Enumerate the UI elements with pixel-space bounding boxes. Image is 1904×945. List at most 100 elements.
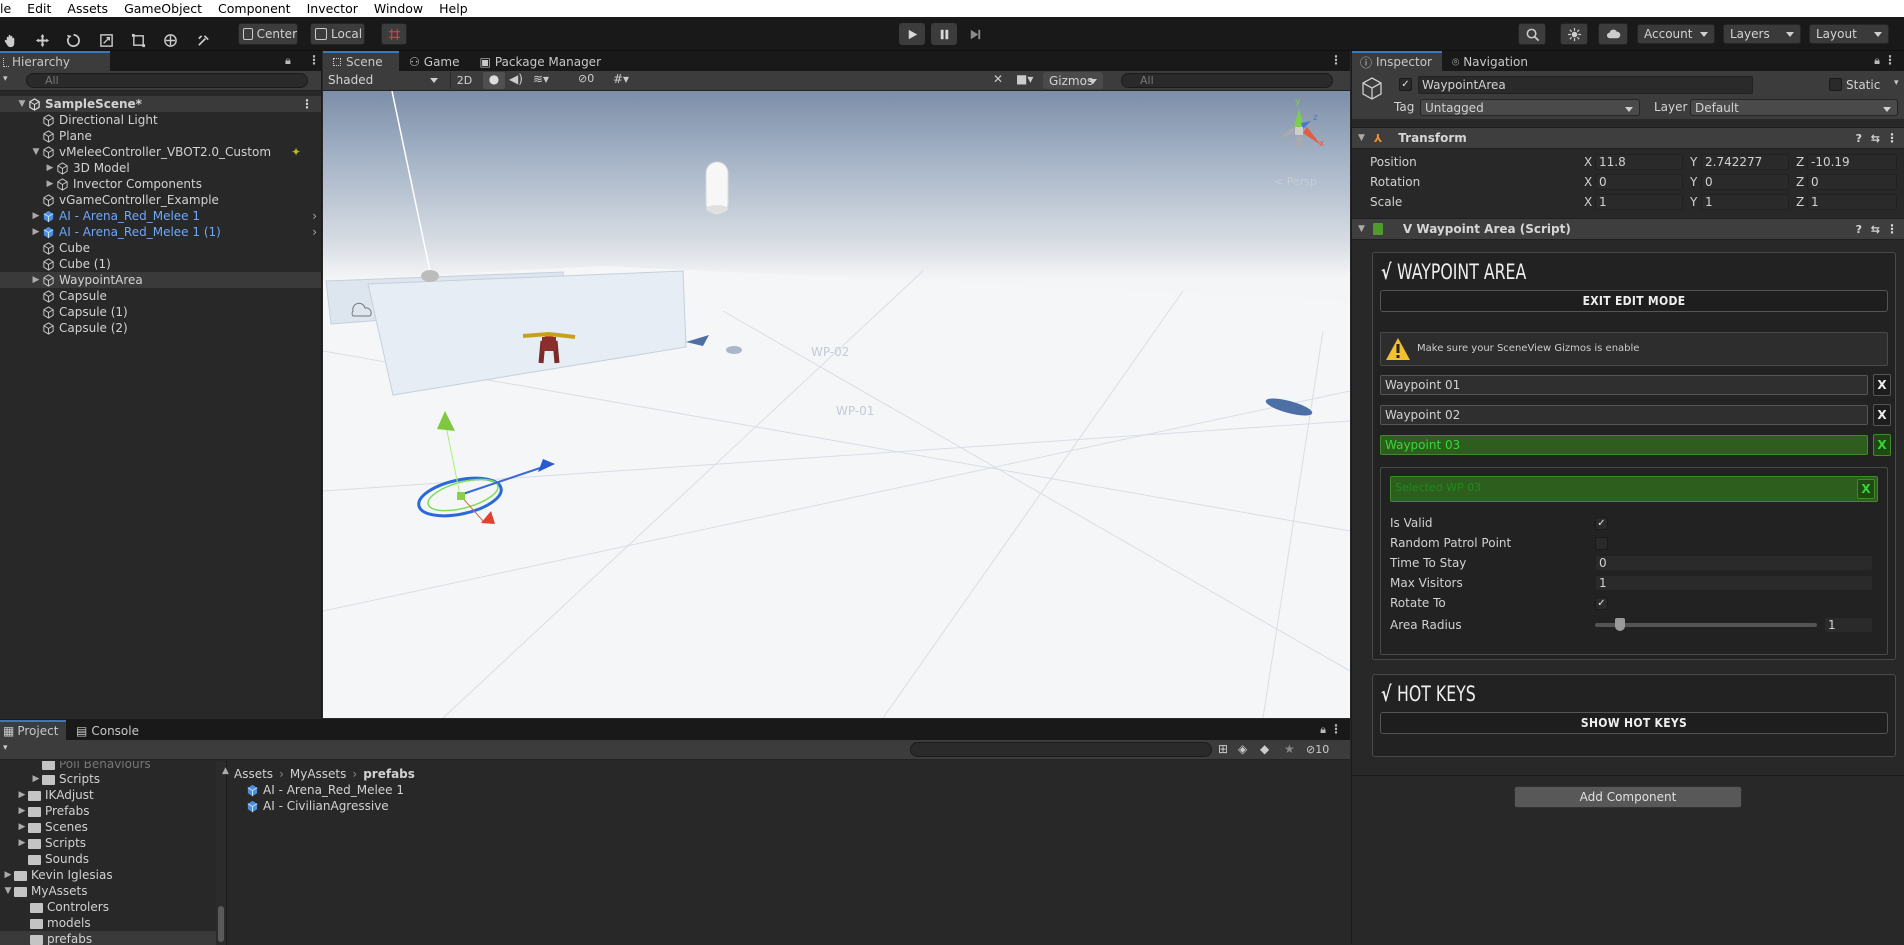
- menu-help[interactable]: Help: [431, 1, 476, 16]
- draw-mode-dropdown[interactable]: Shaded: [324, 71, 444, 89]
- grid-snap-button[interactable]: [381, 23, 407, 45]
- effects-toggle-icon[interactable]: ≋▾: [533, 72, 549, 86]
- static-checkbox[interactable]: [1829, 78, 1842, 91]
- menu-component[interactable]: Component: [210, 1, 299, 16]
- folder-item[interactable]: ▶ Scripts: [0, 835, 226, 851]
- hierarchy-item[interactable]: ▶ 3D Model: [0, 160, 321, 176]
- folder-item-selected[interactable]: prefabs: [0, 931, 226, 945]
- rect-tool-icon[interactable]: [127, 29, 149, 51]
- asset-item[interactable]: AI - CivilianAgressive: [246, 798, 546, 814]
- lock-icon[interactable]: 🔒︎: [1874, 54, 1880, 68]
- scale-tool-icon[interactable]: [95, 29, 117, 51]
- remove-waypoint-button[interactable]: X: [1873, 374, 1891, 396]
- area-radius-slider-track[interactable]: [1595, 623, 1817, 627]
- more-menu-icon[interactable]: ⋮: [1330, 722, 1342, 736]
- layout-dropdown[interactable]: Layout: [1809, 24, 1889, 44]
- area-radius-field[interactable]: 1: [1824, 617, 1873, 633]
- lighting-toggle-icon[interactable]: ●: [483, 72, 505, 89]
- cloud-button[interactable]: [1598, 23, 1628, 45]
- scene-row[interactable]: ▼ SampleScene* ⋮: [0, 96, 321, 112]
- hierarchy-item[interactable]: Plane: [0, 128, 321, 144]
- waypoint-item-selected[interactable]: Waypoint 03: [1380, 435, 1868, 455]
- folder-item[interactable]: ▶ Scenes: [0, 819, 226, 835]
- layer-dropdown[interactable]: Default: [1690, 99, 1898, 116]
- tab-navigation[interactable]: ⌾ Navigation: [1442, 51, 1538, 71]
- breadcrumb-item[interactable]: Assets: [234, 767, 273, 781]
- breadcrumb-item-current[interactable]: prefabs: [363, 767, 415, 781]
- show-hot-keys-button[interactable]: SHOW HOT KEYS: [1380, 712, 1888, 734]
- search-button[interactable]: [1518, 23, 1546, 45]
- asset-item[interactable]: AI - Arena_Red_Melee 1: [246, 782, 546, 798]
- step-button[interactable]: [962, 23, 988, 45]
- hierarchy-item[interactable]: Capsule (2): [0, 320, 321, 336]
- scale-y-field[interactable]: 1: [1701, 194, 1789, 210]
- menu-invector[interactable]: Invector: [299, 1, 366, 16]
- time-to-stay-field[interactable]: 0: [1595, 555, 1873, 571]
- random-patrol-checkbox[interactable]: [1595, 537, 1608, 550]
- hierarchy-search-input[interactable]: All: [26, 73, 308, 88]
- remove-waypoint-button[interactable]: X: [1873, 434, 1891, 456]
- folder-item[interactable]: ▼ MyAssets: [0, 883, 226, 899]
- hierarchy-item[interactable]: Capsule: [0, 288, 321, 304]
- filter-type-icon[interactable]: ⊞: [1218, 742, 1228, 756]
- help-icon[interactable]: ?: [1856, 132, 1862, 145]
- tab-inspector[interactable]: ⓘ Inspector: [1352, 51, 1442, 71]
- menu-gameobject[interactable]: GameObject: [116, 1, 210, 16]
- tab-console[interactable]: ▤ Console: [66, 720, 149, 740]
- hierarchy-item[interactable]: vGameController_Example: [0, 192, 321, 208]
- folder-item[interactable]: ▶ IKAdjust: [0, 787, 226, 803]
- pivot-local-button[interactable]: Local: [310, 23, 365, 45]
- move-tool-icon[interactable]: [31, 29, 53, 51]
- hierarchy-item[interactable]: ▶ AI - Arena_Red_Melee 1 (1) ›: [0, 224, 321, 240]
- toggle-2d-button[interactable]: 2D: [450, 72, 478, 89]
- static-dropdown-icon[interactable]: ▾: [1894, 78, 1899, 88]
- component-menu-icon[interactable]: ⋮: [1886, 222, 1898, 236]
- rotate-to-checkbox[interactable]: ✓: [1595, 597, 1608, 610]
- folder-item[interactable]: Controlers: [0, 899, 226, 915]
- tab-package-manager[interactable]: ▣ Package Manager: [470, 51, 612, 71]
- custom-tool-icon[interactable]: [192, 29, 214, 51]
- camera-icon[interactable]: ■▾: [1016, 72, 1033, 86]
- remove-waypoint-button[interactable]: X: [1873, 404, 1891, 426]
- is-valid-checkbox[interactable]: ✓: [1595, 517, 1608, 530]
- preset-icon[interactable]: ⇆: [1871, 223, 1880, 236]
- remove-selected-button[interactable]: X: [1857, 479, 1875, 499]
- more-menu-icon[interactable]: ⋮: [308, 53, 320, 67]
- account-dropdown[interactable]: Account: [1637, 24, 1715, 44]
- folder-item[interactable]: models: [0, 915, 226, 931]
- project-search-input[interactable]: [910, 742, 1212, 757]
- waypoint-item[interactable]: Waypoint 02: [1380, 405, 1868, 425]
- grid-toggle-icon[interactable]: #▾: [613, 72, 629, 86]
- tag-dropdown[interactable]: Untagged: [1420, 99, 1640, 116]
- lock-icon[interactable]: 🔒︎: [1320, 723, 1326, 737]
- audio-toggle-icon[interactable]: ◀): [509, 72, 523, 86]
- scale-x-field[interactable]: 1: [1595, 194, 1683, 210]
- position-z-field[interactable]: -10.19: [1807, 154, 1897, 170]
- hidden-packages-icon[interactable]: ⊘10: [1306, 743, 1329, 756]
- create-dropdown-icon[interactable]: ▾: [3, 74, 8, 84]
- gizmos-dropdown[interactable]: Gizmos: [1043, 72, 1103, 89]
- hierarchy-item[interactable]: Cube: [0, 240, 321, 256]
- rotation-z-field[interactable]: 0: [1807, 174, 1897, 190]
- hierarchy-item[interactable]: Cube (1): [0, 256, 321, 272]
- hierarchy-item[interactable]: ▼ vMeleeController_VBOT2.0_Custom ✦: [0, 144, 321, 160]
- scene-more-icon[interactable]: ⋮: [301, 97, 313, 111]
- more-menu-icon[interactable]: ⋮: [1884, 53, 1896, 67]
- transform-header[interactable]: ▼ ⅄ Transform ? ⇆ ⋮: [1352, 127, 1904, 149]
- favorite-icon[interactable]: ★: [1284, 742, 1295, 756]
- hand-tool-icon[interactable]: [0, 29, 20, 51]
- menu-window[interactable]: Window: [366, 1, 431, 16]
- folder-item[interactable]: Sounds: [0, 851, 226, 867]
- layers-dropdown[interactable]: Layers: [1723, 24, 1801, 44]
- pause-button[interactable]: [931, 23, 957, 45]
- max-visitors-field[interactable]: 1: [1595, 575, 1873, 591]
- play-button[interactable]: [899, 23, 925, 45]
- tab-scene[interactable]: Scene: [323, 51, 399, 71]
- lock-icon[interactable]: 🔒︎: [285, 54, 291, 68]
- help-icon[interactable]: ?: [1856, 223, 1862, 236]
- tab-game[interactable]: ⚇ Game: [399, 51, 470, 71]
- hierarchy-item[interactable]: ▶ AI - Arena_Red_Melee 1 ›: [0, 208, 321, 224]
- folder-item[interactable]: ▶ Scripts: [0, 771, 226, 787]
- menu-assets[interactable]: Assets: [59, 1, 116, 16]
- scene-search-input[interactable]: All: [1121, 73, 1333, 88]
